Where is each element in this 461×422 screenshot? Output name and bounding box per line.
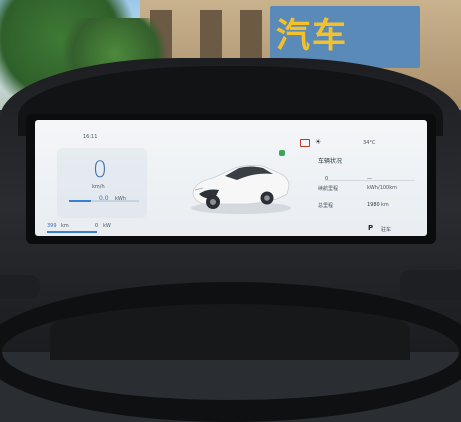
energy-value: — — [367, 176, 372, 182]
clock-time: 16:11 — [83, 134, 98, 140]
range-bar — [47, 231, 97, 233]
range-unit: km — [61, 223, 69, 229]
battery-warning-icon — [300, 139, 310, 147]
power-bar-fill — [69, 200, 91, 202]
vehicle-status-title: 车辆状况 — [318, 158, 343, 165]
energy-unit: kWh/100km — [367, 185, 398, 191]
mileage-value: 0 — [325, 176, 329, 182]
ready-indicator-icon — [279, 150, 285, 156]
speed-unit: km/h — [92, 184, 105, 190]
gear-indicator: P — [368, 224, 374, 232]
odometer-label: 总里程 — [318, 203, 334, 209]
steering-stalk-right — [400, 270, 461, 300]
power-unit: kW — [103, 223, 111, 229]
gear-label: 驻车 — [381, 227, 392, 233]
odometer-value: 1980 — [367, 202, 380, 208]
light-icon: ☀ — [315, 138, 322, 146]
steering-stalk-left — [0, 275, 40, 299]
storefront-sign-text: 汽车 — [276, 16, 348, 56]
odometer-unit: km — [381, 202, 389, 208]
car-illustration — [191, 164, 291, 214]
speed-value: 0 — [93, 158, 107, 183]
range-value: 399 — [47, 223, 57, 229]
status-divider — [325, 180, 415, 181]
mileage-label: 续航里程 — [318, 186, 339, 192]
power-value: 0 — [95, 223, 99, 229]
outside-temperature: 34°C — [363, 140, 376, 146]
steering-wheel — [0, 282, 461, 422]
instrument-cluster-screen: 16:11 ☀ 34°C 0 km/h 0.0 kWh 车辆状况 0 — 续航里… — [35, 120, 427, 236]
